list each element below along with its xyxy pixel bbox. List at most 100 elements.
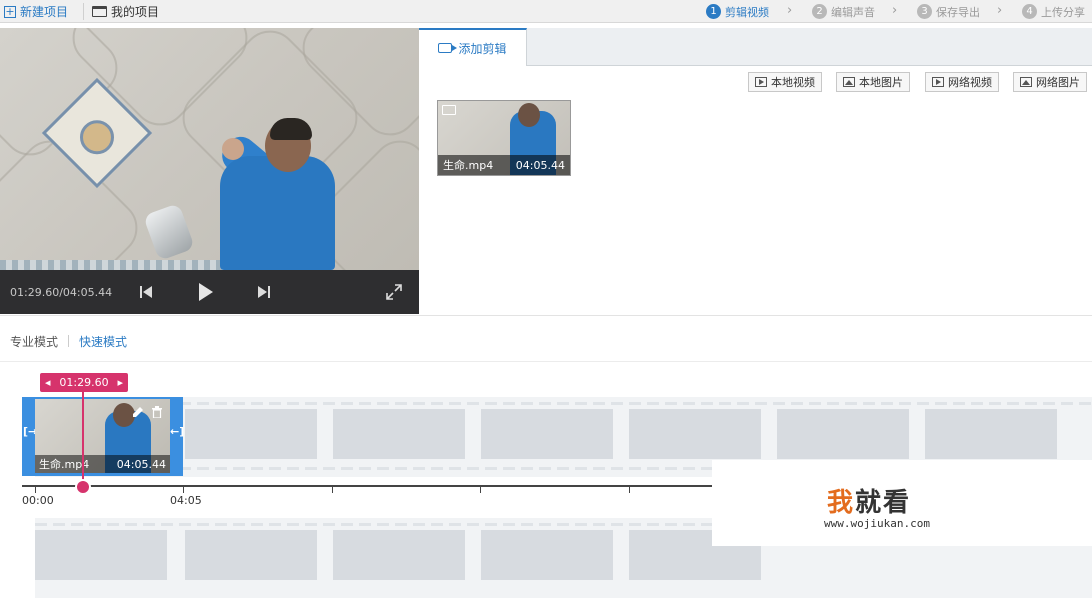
empty-slot [185, 530, 317, 580]
step-save-export[interactable]: 3 保存导出 [917, 0, 980, 23]
video-icon [442, 105, 456, 115]
step-number: 3 [917, 4, 932, 19]
button-label: 网络图片 [1036, 76, 1080, 89]
thumbnail-person-head [518, 103, 540, 127]
step-label: 上传分享 [1041, 5, 1085, 19]
previous-frame-button[interactable] [138, 282, 154, 302]
step-number: 2 [812, 4, 827, 19]
empty-slot [777, 409, 909, 459]
my-projects-label: 我的项目 [111, 5, 160, 19]
step-number: 4 [1022, 4, 1037, 19]
watermark: 我就看 www.wojiukan.com [712, 460, 1092, 546]
empty-slot [481, 409, 613, 459]
clip-info-bar: 生命.mp4 04:05.44 [35, 455, 170, 473]
ruler-tick [332, 487, 333, 493]
caret-right-icon[interactable]: ▸ [117, 376, 123, 389]
person-hand [222, 138, 244, 160]
tab-label: 添加剪辑 [458, 41, 507, 56]
top-toolbar: + 新建项目 我的项目 1 剪辑视频 › 2 编辑声音 › 3 保存导出 › 4… [0, 0, 1092, 23]
caret-left-icon[interactable]: ◂ [45, 376, 51, 389]
quick-mode-link[interactable]: 快速模式 [79, 333, 127, 350]
trash-icon [152, 406, 162, 418]
step-label: 保存导出 [936, 5, 980, 19]
chevron-right-icon: › [892, 3, 898, 18]
playhead-scissors-handle[interactable] [75, 479, 91, 495]
expand-icon [386, 284, 402, 300]
new-project-label: 新建项目 [20, 5, 69, 19]
clip-thumbnail: 生命.mp4 04:05.44 [35, 399, 170, 473]
watermark-logo-first: 我 [827, 488, 856, 518]
local-image-button[interactable]: 本地图片 [836, 72, 910, 92]
delete-clip-button[interactable] [150, 405, 164, 419]
skip-forward-icon [258, 286, 270, 298]
plus-icon: + [4, 4, 16, 18]
trim-right-handle[interactable]: ←] [170, 425, 184, 438]
playhead-time-flag[interactable]: ◂ 01:29.60 ▸ [40, 373, 128, 392]
button-label: 本地图片 [859, 76, 903, 89]
chevron-right-icon: › [787, 3, 793, 18]
network-video-button[interactable]: 网络视频 [925, 72, 999, 92]
pro-mode-link[interactable]: 专业模式 [10, 333, 58, 350]
ruler-tick [480, 487, 481, 493]
person-body [220, 156, 335, 270]
selected-timeline-clip[interactable]: [→ 生命.mp4 04:05.44 ←] [22, 397, 184, 476]
play-icon [199, 283, 213, 301]
toolbar-divider [83, 3, 84, 20]
video-camera-icon [438, 43, 458, 53]
edit-mode-bar: 专业模式 快速模式 [0, 315, 1092, 362]
ruler-label-end: 04:05 [170, 494, 202, 507]
button-label: 本地视频 [771, 76, 815, 89]
play-button[interactable] [196, 282, 216, 302]
video-preview[interactable] [0, 28, 419, 270]
my-projects-button[interactable]: 我的项目 [92, 0, 159, 23]
step-number: 1 [706, 4, 721, 19]
ruler-tick [629, 487, 630, 493]
playhead-line [82, 392, 84, 482]
clip-duration: 04:05.44 [116, 457, 166, 471]
edit-clip-button[interactable] [131, 405, 145, 419]
player-controls: 01:29.60/04:05.44 [0, 270, 419, 314]
media-clip-thumbnail[interactable]: 生命.mp4 04:05.44 [437, 100, 571, 176]
pencil-icon [133, 407, 143, 417]
skip-back-icon [140, 286, 152, 298]
local-video-button[interactable]: 本地视频 [748, 72, 822, 92]
watermark-logo-rest: 就看 [855, 488, 912, 518]
ruler-tick [183, 487, 184, 493]
playback-time: 01:29.60/04:05.44 [10, 286, 113, 299]
empty-slot [481, 530, 613, 580]
network-image-button[interactable]: 网络图片 [1013, 72, 1087, 92]
new-project-button[interactable]: + 新建项目 [4, 0, 68, 23]
folder-icon [92, 6, 107, 17]
empty-slot [185, 409, 317, 459]
mode-divider [68, 335, 69, 347]
clip-duration: 04:05.44 [515, 158, 565, 172]
watermark-url: www.wojiukan.com [824, 517, 930, 530]
video-file-icon [932, 77, 944, 87]
fullscreen-button[interactable] [384, 282, 404, 302]
person-hair [270, 118, 312, 140]
empty-slot [35, 530, 167, 580]
step-edit-video[interactable]: 1 剪辑视频 [706, 0, 769, 23]
chevron-right-icon: › [997, 3, 1003, 18]
faucet [142, 202, 196, 262]
step-upload-share[interactable]: 4 上传分享 [1022, 0, 1085, 23]
step-edit-audio[interactable]: 2 编辑声音 [812, 0, 875, 23]
step-label: 剪辑视频 [725, 5, 769, 19]
image-file-icon [1020, 77, 1032, 87]
media-tabbar: 添加剪辑 [419, 28, 1092, 66]
track-dash [35, 402, 1092, 405]
video-file-icon [755, 77, 767, 87]
button-label: 网络视频 [948, 76, 992, 89]
tab-add-clip[interactable]: 添加剪辑 [419, 28, 527, 66]
ruler-label-start: 00:00 [22, 494, 54, 507]
empty-slot [333, 409, 465, 459]
empty-slot [333, 530, 465, 580]
clip-info-bar: 生命.mp4 04:05.44 [438, 155, 570, 175]
timeline-ruler[interactable] [22, 485, 722, 487]
watermark-logo: 我就看 [827, 482, 911, 519]
playhead-time: 01:29.60 [59, 376, 109, 389]
clip-name: 生命.mp4 [443, 159, 494, 172]
step-label: 编辑声音 [831, 5, 875, 19]
next-frame-button[interactable] [256, 282, 272, 302]
empty-slot [629, 409, 761, 459]
